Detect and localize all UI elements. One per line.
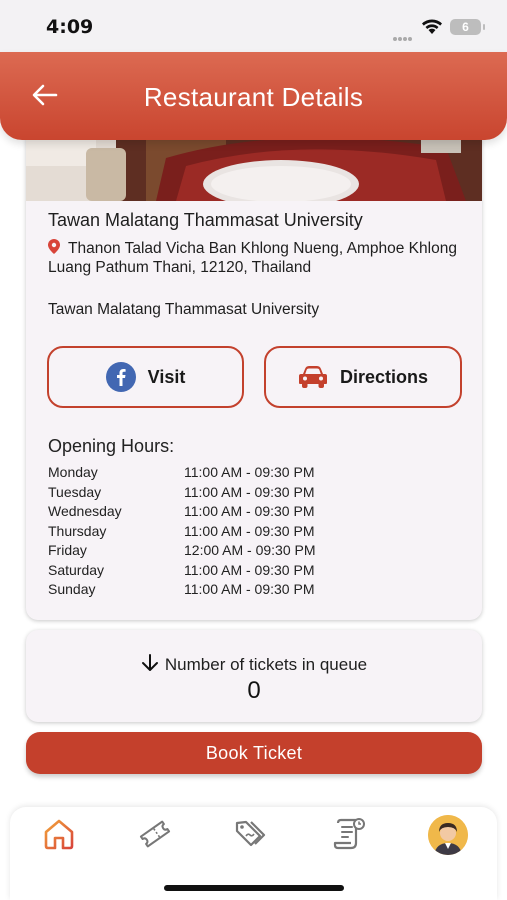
hours-day: Wednesday	[48, 503, 122, 519]
hours-day: Friday	[48, 542, 87, 558]
hours-row: Thursday 11:00 AM - 09:30 PM	[48, 523, 468, 543]
directions-label: Directions	[339, 366, 429, 387]
hours-time: 11:00 AM - 09:30 PM	[184, 503, 315, 519]
hours-day: Sunday	[48, 581, 96, 597]
app-header: Restaurant Details	[0, 52, 507, 140]
restaurant-address: Thanon Talad Vicha Ban Khlong Nueng, Amp…	[48, 239, 458, 277]
hours-day: Tuesday	[48, 483, 102, 500]
hours-row: Friday 12:00 AM - 09:30 PM	[48, 542, 468, 562]
address-text: Thanon Talad Vicha Ban Khlong Nueng, Amp…	[48, 240, 457, 276]
queue-label-row: Number of tickets in queue	[26, 654, 482, 675]
visit-label: Visit	[147, 366, 186, 387]
queue-count: 0	[247, 677, 261, 704]
nav-history[interactable]	[332, 817, 366, 851]
battery-indicator: 6	[450, 19, 485, 35]
restaurant-details-card: Tawan Malatang Thammasat University Than…	[26, 118, 482, 620]
status-bar: 4:09 6	[0, 0, 507, 52]
arrow-down-icon	[141, 654, 158, 671]
home-icon	[44, 819, 74, 850]
queue-card: Number of tickets in queue 0	[26, 630, 482, 722]
nav-home[interactable]	[42, 817, 76, 851]
hours-time: 11:00 AM - 09:30 PM	[184, 483, 315, 500]
wifi-icon	[420, 17, 444, 40]
home-indicator	[164, 885, 344, 891]
hours-day: Saturday	[48, 561, 105, 578]
restaurant-name: Tawan Malatang Thammasat University	[48, 210, 363, 230]
tags-icon	[235, 820, 266, 847]
nav-profile-avatar[interactable]	[428, 815, 468, 855]
receipt-icon	[333, 818, 365, 850]
page-title: Restaurant Details	[143, 82, 364, 112]
car-icon	[298, 366, 327, 388]
visit-button[interactable]: Visit	[47, 346, 244, 408]
status-time: 4:09	[46, 16, 94, 38]
hours-time: 11:00 AM - 09:30 PM	[184, 522, 315, 539]
hours-row: Monday 11:00 AM - 09:30 PM	[48, 464, 468, 484]
book-ticket-label: Book Ticket	[205, 742, 303, 763]
location-pin-icon	[48, 239, 60, 259]
hours-day: Thursday	[48, 522, 107, 539]
directions-button[interactable]: Directions	[264, 346, 462, 408]
hours-day: Monday	[48, 464, 98, 480]
hours-time: 12:00 AM - 09:30 PM	[184, 542, 316, 558]
hours-row: Sunday 11:00 AM - 09:30 PM	[48, 581, 468, 601]
hours-time: 11:00 AM - 09:30 PM	[184, 581, 315, 597]
avatar-icon	[428, 815, 468, 855]
hours-time: 11:00 AM - 09:30 PM	[184, 561, 315, 578]
hours-row: Tuesday 11:00 AM - 09:30 PM	[48, 484, 468, 504]
signal-icon	[393, 28, 415, 41]
hours-time: 11:00 AM - 09:30 PM	[184, 464, 315, 480]
ticket-icon	[139, 820, 171, 848]
book-ticket-button[interactable]: Book Ticket	[26, 732, 482, 774]
restaurant-subname: Tawan Malatang Thammasat University	[48, 301, 320, 318]
nav-tickets[interactable]	[138, 817, 172, 851]
opening-hours-title: Opening Hours:	[48, 436, 175, 456]
hours-row: Saturday 11:00 AM - 09:30 PM	[48, 562, 468, 582]
nav-promotions[interactable]	[234, 817, 268, 851]
opening-hours-list: Monday 11:00 AM - 09:30 PM Tuesday 11:00 A…	[48, 464, 468, 601]
queue-label: Number of tickets in queue	[164, 655, 368, 674]
facebook-icon	[105, 362, 136, 392]
hours-row: Wednesday 11:00 AM - 09:30 PM	[48, 503, 468, 523]
